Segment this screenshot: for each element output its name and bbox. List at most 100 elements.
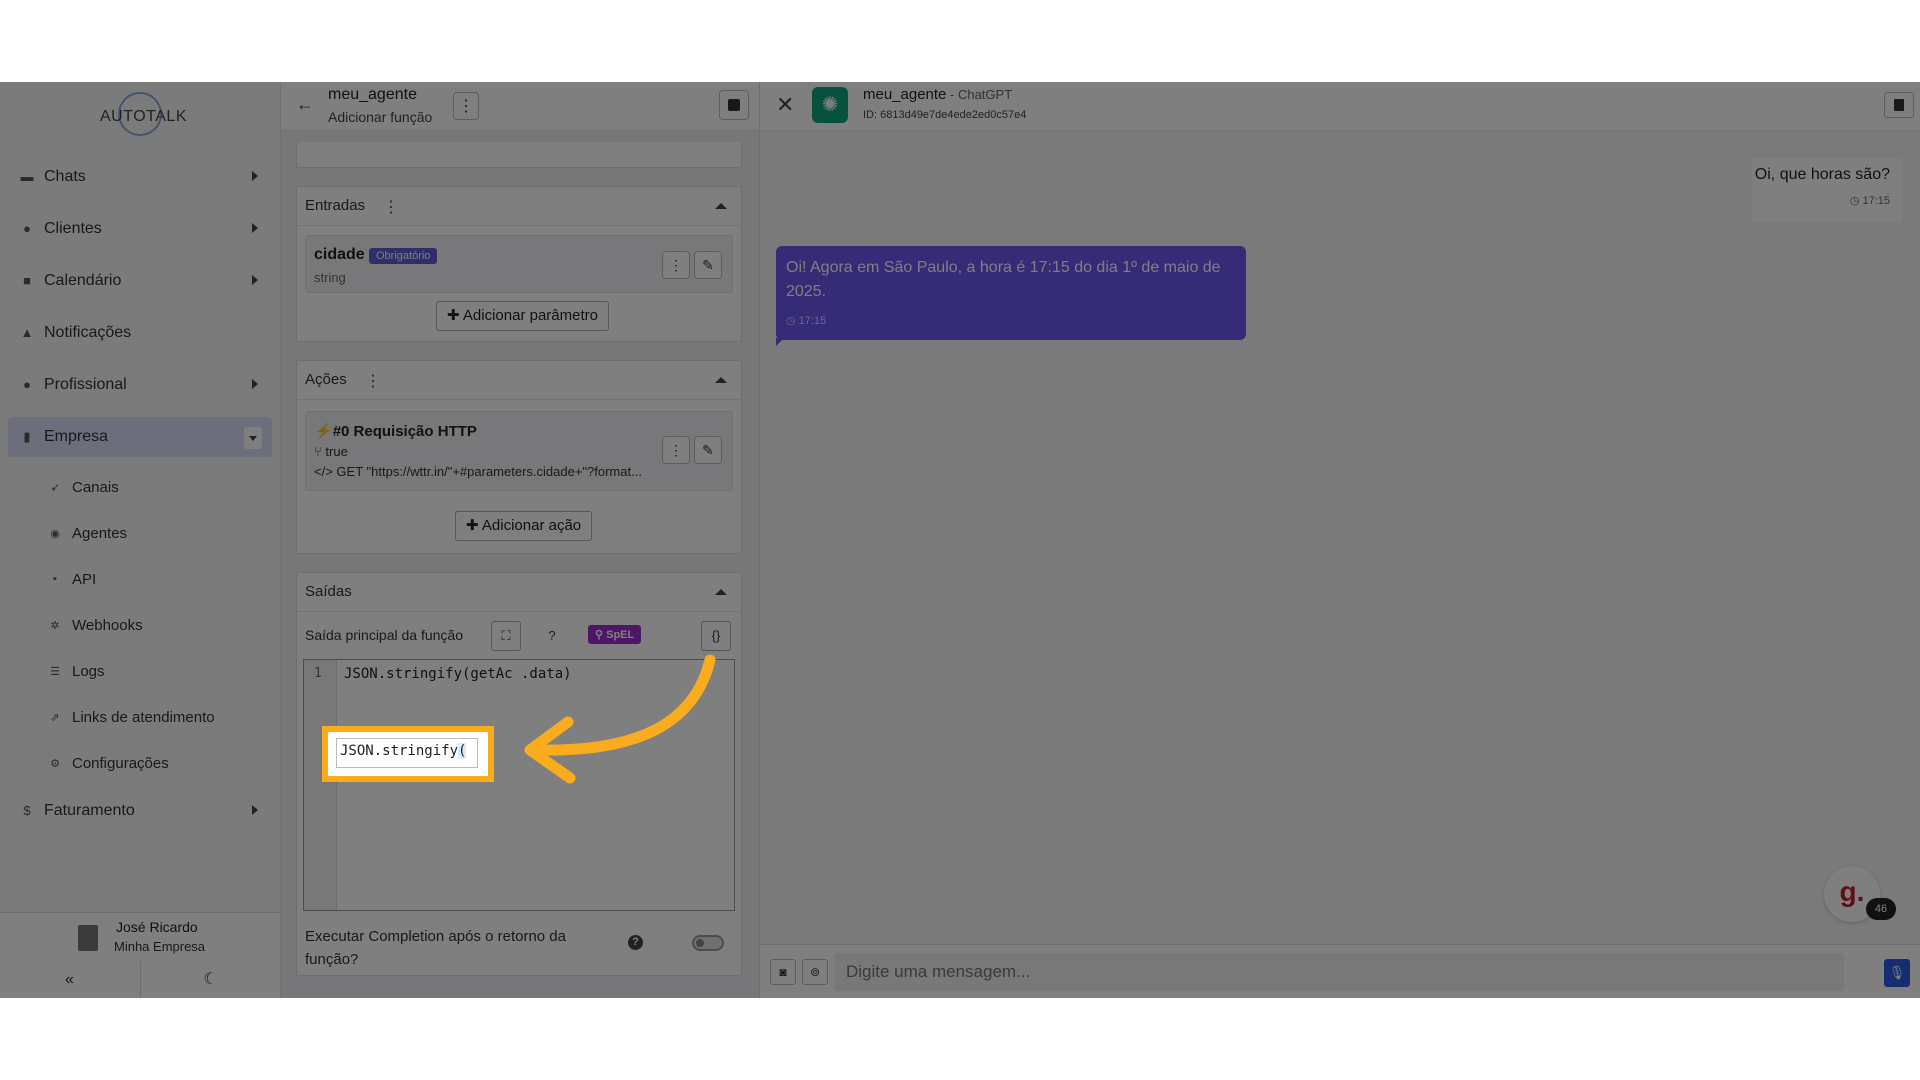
parameter-row: cidade Obrigatório string ⋮ ✎	[305, 235, 733, 293]
spel-badge[interactable]: ⚲ SpEL	[588, 625, 642, 644]
back-arrow-icon[interactable]: ←	[296, 94, 314, 115]
highlighted-code-text: JSON.stringify	[340, 743, 459, 759]
message-input[interactable]	[834, 953, 1844, 991]
actions-menu-icon[interactable]: ⋮	[365, 371, 381, 391]
clock-icon: ◷	[1849, 195, 1863, 207]
chat-id: ID: 6813d49e7de4ede2ed0c57e4	[863, 109, 1027, 121]
spel-label: SpEL	[606, 629, 635, 641]
user-message-text: Oi, que horas são?	[1754, 166, 1890, 183]
lightning-icon: ⚡	[314, 423, 333, 440]
sidebar-subitem-configuracoes[interactable]: ⚙ Configurações	[8, 745, 272, 781]
add-parameter-label: Adicionar parâmetro	[462, 307, 598, 324]
attachment-icon[interactable]: ⊚	[802, 959, 828, 985]
parameter-menu-button[interactable]: ⋮	[662, 251, 690, 279]
close-icon[interactable]: ✕	[776, 92, 794, 118]
chatgpt-logo-icon: ✺	[812, 87, 848, 123]
sidebar-subitem-logs[interactable]: ☰ Logs	[8, 653, 272, 689]
actions-title: Ações	[305, 371, 347, 388]
add-parameter-button[interactable]: ✚ Adicionar parâmetro	[436, 301, 609, 331]
add-action-button[interactable]: ✚ Adicionar ação	[455, 511, 593, 541]
parameter-type: string	[314, 270, 346, 285]
actions-card-header[interactable]: Ações ⋮	[297, 361, 741, 400]
collapse-icon[interactable]	[715, 589, 727, 595]
dark-mode-icon[interactable]: ☾	[141, 961, 280, 998]
question-icon[interactable]: ?	[628, 935, 643, 950]
chat-icon: ▬	[20, 169, 34, 184]
plus-icon: ✚	[466, 517, 482, 534]
sidebar-item-label: Calendário	[44, 272, 122, 289]
external-link-icon: ⇗	[50, 711, 60, 724]
fullscreen-icon[interactable]: ⛶	[491, 621, 521, 651]
sidebar-item-chats[interactable]: ▬ Chats	[8, 157, 272, 197]
save-icon[interactable]	[719, 90, 749, 120]
sidebar-item-faturamento[interactable]: $ Faturamento	[8, 791, 272, 831]
code-braces-icon[interactable]: {}	[701, 621, 731, 651]
trash-icon[interactable]	[1884, 92, 1914, 118]
action-row: ⚡#0 Requisição HTTP ⑂ true </> GET "http…	[305, 411, 733, 491]
sidebar-subitem-label: Links de atendimento	[72, 708, 215, 726]
bubble-tail	[776, 338, 784, 346]
sidebar-item-label: Notificações	[44, 324, 132, 341]
pointer-arrow-icon	[524, 654, 716, 784]
main-output-label: Saída principal da função	[305, 627, 463, 643]
microphone-icon[interactable]: 🎙	[1884, 959, 1910, 987]
list-icon: ☰	[50, 665, 60, 678]
inputs-title: Entradas	[305, 197, 366, 214]
sidebar-footer: « ☾	[0, 961, 280, 998]
function-editor: ← meu_agente Adicionar função ⋮ Entradas…	[281, 82, 760, 998]
line-gutter: 1	[304, 660, 337, 910]
sidebar-item-notificacoes[interactable]: ▲ Notificações	[8, 313, 272, 353]
chevron-right-icon	[252, 379, 258, 389]
exec-completion-toggle[interactable]	[692, 935, 724, 951]
inputs-card: Entradas ⋮ cidade Obrigatório string ⋮ ✎…	[296, 186, 742, 342]
more-options-button[interactable]: ⋮	[453, 92, 479, 120]
collapse-icon[interactable]	[715, 377, 727, 383]
outputs-card-header[interactable]: Saídas	[297, 573, 741, 612]
sidebar-subitem-api[interactable]: ▪ API	[8, 561, 272, 597]
collapse-sidebar-icon[interactable]: «	[0, 961, 139, 998]
sidebar-item-calendario[interactable]: ■ Calendário	[8, 261, 272, 301]
collapsed-card	[296, 142, 742, 168]
autotalk-logo[interactable]: AUTOTALK	[100, 90, 186, 140]
edit-icon[interactable]: ✎	[694, 436, 722, 464]
sidebar-subitem-label: Logs	[72, 662, 105, 680]
editor-header: ← meu_agente Adicionar função ⋮	[281, 82, 759, 131]
sidebar-item-label: Chats	[44, 168, 86, 185]
sidebar-item-label: Empresa	[44, 428, 109, 445]
sidebar-subitem-webhooks[interactable]: ✲ Webhooks	[8, 607, 272, 643]
collapse-icon[interactable]	[715, 203, 727, 209]
edit-icon[interactable]: ✎	[694, 251, 722, 279]
highlighted-code: JSON.stringify(	[340, 743, 467, 759]
action-title: ⚡#0 Requisição HTTP	[314, 422, 477, 440]
inputs-menu-icon[interactable]: ⋮	[383, 197, 399, 217]
sidebar-subitem-canais[interactable]: ➶ Canais	[8, 469, 272, 505]
chevron-right-icon	[252, 275, 258, 285]
sidebar: AUTOTALK ▬ Chats ● Clientes ■ Calendário…	[0, 82, 281, 998]
sidebar-item-empresa[interactable]: ▮ Empresa	[8, 417, 272, 457]
professional-icon: ●	[23, 377, 31, 392]
sidebar-subitem-agentes[interactable]: ◉ Agentes	[8, 515, 272, 551]
user-profile[interactable]: José Ricardo Minha Empresa	[0, 912, 280, 962]
sidebar-nav: ▬ Chats ● Clientes ■ Calendário ▲ Notifi…	[8, 157, 272, 843]
sidebar-subitem-links[interactable]: ⇗ Links de atendimento	[8, 699, 272, 735]
chevron-down-icon[interactable]	[244, 427, 262, 449]
sidebar-item-clientes[interactable]: ● Clientes	[8, 209, 272, 249]
sidebar-subitem-label: Configurações	[72, 754, 169, 772]
help-icon[interactable]: ?	[537, 621, 567, 651]
action-menu-button[interactable]: ⋮	[662, 436, 690, 464]
bot-message-text: Oi! Agora em São Paulo, a hora é 17:15 d…	[786, 259, 1221, 300]
user-message-time-text: 17:15	[1862, 195, 1890, 207]
sidebar-item-profissional[interactable]: ● Profissional	[8, 365, 272, 405]
action-condition-text: true	[325, 444, 348, 459]
sidebar-subitem-label: Agentes	[72, 524, 128, 542]
action-request-text: GET "https://wttr.in/"+#parameters.cidad…	[336, 464, 642, 479]
inputs-card-header[interactable]: Entradas ⋮	[297, 187, 741, 226]
agent-name: meu_agente	[863, 86, 947, 103]
search-icon: ⚲	[595, 629, 607, 641]
bell-icon: ▲	[20, 325, 34, 340]
highlight-box: JSON.stringify(	[322, 726, 494, 782]
required-badge: Obrigatório	[369, 248, 438, 264]
app-window: AUTOTALK ▬ Chats ● Clientes ■ Calendário…	[0, 82, 1920, 998]
chevron-right-icon	[252, 805, 258, 815]
camera-icon[interactable]: ◙	[770, 959, 796, 985]
